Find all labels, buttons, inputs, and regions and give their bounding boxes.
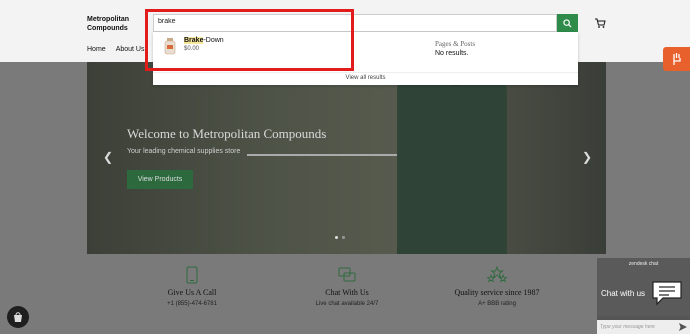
chat-brand: zendesk chat xyxy=(628,261,659,267)
send-icon[interactable] xyxy=(679,323,687,331)
feature-call: Give Us A Call +1 (855)-474-6781 xyxy=(117,266,267,307)
view-all-results-link[interactable]: View all results xyxy=(153,72,578,81)
nav-home[interactable]: Home xyxy=(87,46,106,53)
side-widget-tab[interactable] xyxy=(663,47,690,71)
next-slide-icon[interactable]: ❯ xyxy=(582,150,592,164)
pages-posts-heading: Pages & Posts xyxy=(435,40,476,48)
pages-no-results: No results. xyxy=(435,50,469,57)
shopping-bag-icon xyxy=(14,312,22,322)
chat-widget-header: zendesk chat Chat with us xyxy=(597,258,690,316)
feature-title: Chat With Us xyxy=(325,288,369,297)
hand-icon xyxy=(672,53,681,65)
chat-bubble-icon xyxy=(652,281,682,306)
site-logo[interactable]: Metropolitan Compounds xyxy=(87,15,147,33)
highlight-annotation-box xyxy=(145,9,354,71)
feature-subtitle: A+ BBB rating xyxy=(478,301,516,307)
phone-icon xyxy=(186,266,198,284)
hero-slider: Welcome to Metropolitan Compounds Your l… xyxy=(87,62,606,254)
chat-placeholder: Type your message here xyxy=(600,324,655,330)
feature-subtitle: Live chat available 24/7 xyxy=(315,301,379,307)
slide-dot[interactable] xyxy=(342,236,345,239)
feature-chat: Chat With Us Live chat available 24/7 xyxy=(272,266,422,307)
hero-title: Welcome to Metropolitan Compounds xyxy=(127,126,327,141)
chat-message-input[interactable]: Type your message here xyxy=(597,320,690,334)
search-icon xyxy=(563,18,572,28)
chat-title: Chat with us xyxy=(601,289,646,298)
feature-subtitle[interactable]: +1 (855)-474-6781 xyxy=(117,301,267,307)
shopify-badge[interactable] xyxy=(7,306,29,328)
hero-subtitle: Your leading chemical supplies store xyxy=(127,148,241,155)
hero-image-hose xyxy=(247,154,417,156)
chat-icon xyxy=(338,267,356,282)
features-strip: Give Us A Call +1 (855)-474-6781 Chat Wi… xyxy=(87,254,606,334)
view-products-button[interactable]: View Products xyxy=(127,170,193,189)
slide-dots xyxy=(335,236,345,239)
feature-title: Quality service since 1987 xyxy=(454,288,540,297)
cart-icon[interactable] xyxy=(594,17,606,29)
chat-widget[interactable]: zendesk chat Chat with us Type your mess… xyxy=(597,258,690,334)
stars-icon xyxy=(487,266,507,283)
slide-dot[interactable] xyxy=(335,236,338,239)
prev-slide-icon[interactable]: ❮ xyxy=(103,150,113,164)
nav-about-us[interactable]: About Us xyxy=(116,46,145,53)
search-button[interactable] xyxy=(557,14,578,32)
feature-title: Give Us A Call xyxy=(167,288,217,297)
hero-image-person xyxy=(397,62,507,254)
feature-quality: Quality service since 1987 A+ BBB rating xyxy=(422,266,572,307)
